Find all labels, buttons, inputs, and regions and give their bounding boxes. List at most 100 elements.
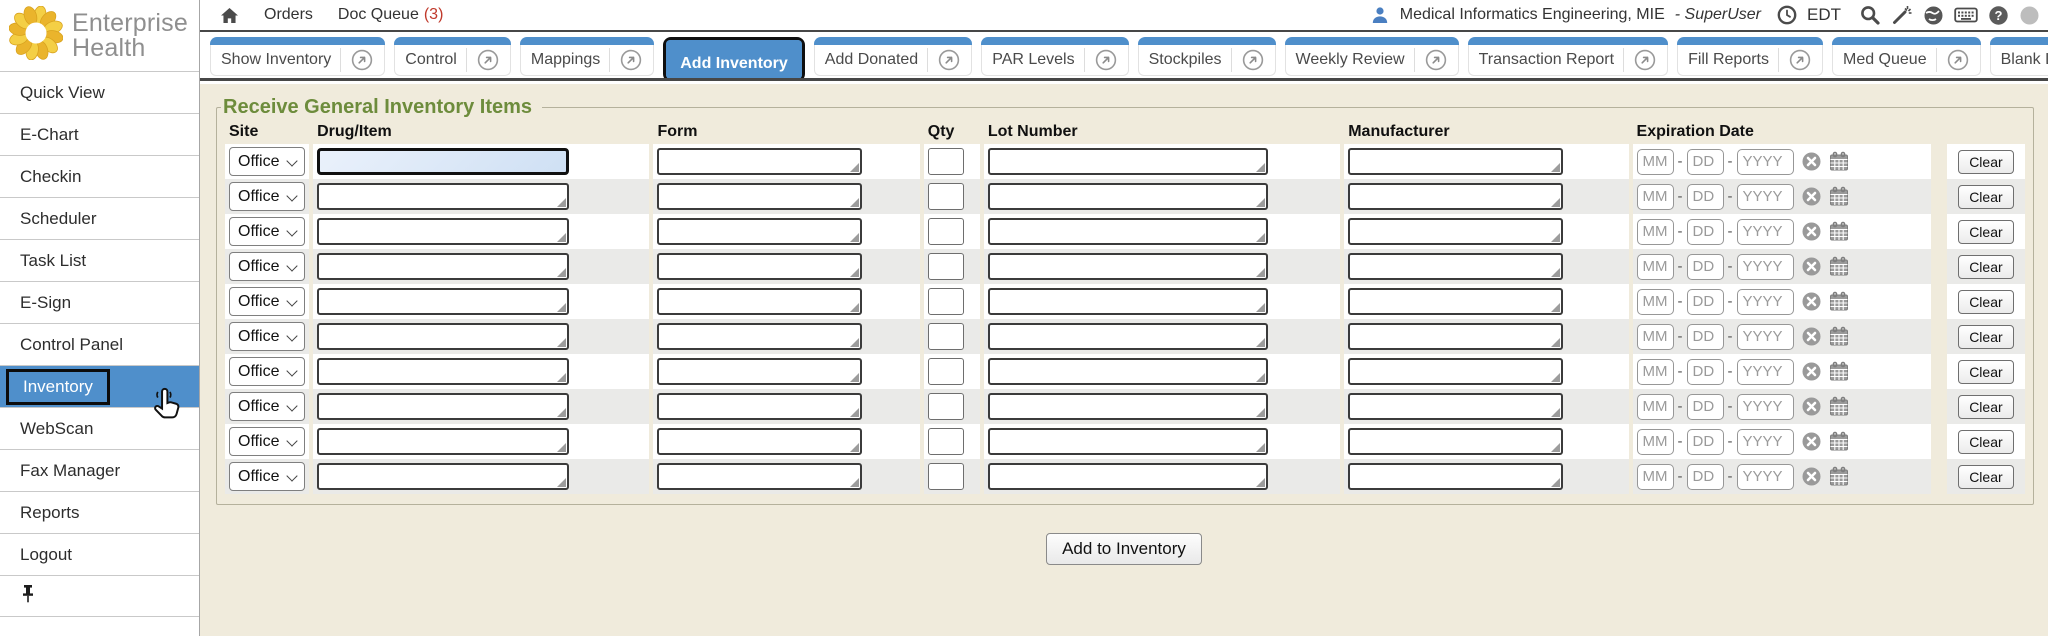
popout-icon[interactable] (1936, 48, 1970, 72)
expiration-day-input[interactable] (1687, 184, 1724, 210)
popout-icon[interactable] (609, 48, 643, 72)
popout-icon[interactable] (1414, 48, 1448, 72)
drug-item-input[interactable] (317, 393, 569, 420)
clear-date-icon[interactable] (1801, 396, 1822, 417)
clear-row-button[interactable]: Clear (1958, 185, 2013, 209)
manufacturer-input[interactable] (1348, 183, 1563, 210)
form-input[interactable] (657, 288, 862, 315)
popout-icon[interactable] (1623, 48, 1657, 72)
site-select[interactable]: Office (229, 322, 305, 351)
tab-add-inventory[interactable]: Add Inventory (663, 37, 805, 81)
calendar-icon[interactable] (1829, 361, 1849, 382)
clear-date-icon[interactable] (1801, 151, 1822, 172)
drug-item-input[interactable] (317, 253, 569, 280)
lot-number-input[interactable] (988, 218, 1268, 245)
clear-row-button[interactable]: Clear (1958, 360, 2013, 384)
manufacturer-input[interactable] (1348, 428, 1563, 455)
form-input[interactable] (657, 323, 862, 350)
expiration-day-input[interactable] (1687, 464, 1724, 490)
clear-date-icon[interactable] (1801, 186, 1822, 207)
sidebar-item-quick-view[interactable]: Quick View (0, 71, 199, 113)
expiration-month-input[interactable] (1637, 324, 1674, 350)
site-select[interactable]: Office (229, 147, 305, 176)
tab-par-levels[interactable]: PAR Levels (981, 37, 1128, 76)
clear-row-button[interactable]: Clear (1958, 395, 2013, 419)
expiration-month-input[interactable] (1637, 464, 1674, 490)
site-select[interactable]: Office (229, 287, 305, 316)
tab-stockpiles[interactable]: Stockpiles (1138, 37, 1276, 76)
keyboard-icon[interactable] (1954, 6, 1978, 24)
qty-input[interactable] (928, 323, 964, 350)
manufacturer-input[interactable] (1348, 148, 1563, 175)
clear-row-button[interactable]: Clear (1958, 220, 2013, 244)
sidebar-item-inventory[interactable]: Inventory (0, 365, 199, 407)
qty-input[interactable] (928, 428, 964, 455)
site-select[interactable]: Office (229, 392, 305, 421)
clear-row-button[interactable]: Clear (1958, 430, 2013, 454)
manufacturer-input[interactable] (1348, 218, 1563, 245)
popout-icon[interactable] (927, 48, 961, 72)
calendar-icon[interactable] (1829, 466, 1849, 487)
manufacturer-input[interactable] (1348, 463, 1563, 490)
sidebar-item-e-sign[interactable]: E-Sign (0, 281, 199, 323)
qty-input[interactable] (928, 253, 964, 280)
manufacturer-input[interactable] (1348, 253, 1563, 280)
clear-row-button[interactable]: Clear (1958, 150, 2013, 174)
clear-date-icon[interactable] (1801, 256, 1822, 277)
expiration-day-input[interactable] (1687, 254, 1724, 280)
lot-number-input[interactable] (988, 323, 1268, 350)
qty-input[interactable] (928, 463, 964, 490)
help-icon[interactable]: ? (1988, 5, 2009, 26)
expiration-day-input[interactable] (1687, 429, 1724, 455)
clear-row-button[interactable]: Clear (1958, 290, 2013, 314)
lot-number-input[interactable] (988, 253, 1268, 280)
expiration-day-input[interactable] (1687, 289, 1724, 315)
expiration-year-input[interactable] (1737, 324, 1794, 350)
clear-date-icon[interactable] (1801, 291, 1822, 312)
tab-blank-labels[interactable]: Blank Labels (1990, 37, 2048, 76)
lot-number-input[interactable] (988, 148, 1268, 175)
lot-number-input[interactable] (988, 463, 1268, 490)
expiration-year-input[interactable] (1737, 254, 1794, 280)
search-icon[interactable] (1859, 4, 1881, 26)
sidebar-item-e-chart[interactable]: E-Chart (0, 113, 199, 155)
expiration-day-input[interactable] (1687, 394, 1724, 420)
drug-item-input[interactable] (317, 463, 569, 490)
sidebar-item-task-list[interactable]: Task List (0, 239, 199, 281)
tab-control[interactable]: Control (394, 37, 511, 76)
expiration-month-input[interactable] (1637, 184, 1674, 210)
expiration-year-input[interactable] (1737, 359, 1794, 385)
site-select[interactable]: Office (229, 462, 305, 491)
manufacturer-input[interactable] (1348, 358, 1563, 385)
qty-input[interactable] (928, 148, 964, 175)
clock-icon[interactable] (1777, 5, 1797, 25)
drug-item-input[interactable] (317, 148, 569, 175)
wand-icon[interactable] (1891, 4, 1913, 26)
drug-item-input[interactable] (317, 323, 569, 350)
lot-number-input[interactable] (988, 183, 1268, 210)
popout-icon[interactable] (1084, 48, 1118, 72)
qty-input[interactable] (928, 183, 964, 210)
qty-input[interactable] (928, 393, 964, 420)
clear-date-icon[interactable] (1801, 361, 1822, 382)
clear-row-button[interactable]: Clear (1958, 325, 2013, 349)
calendar-icon[interactable] (1829, 326, 1849, 347)
expiration-year-input[interactable] (1737, 219, 1794, 245)
expiration-day-input[interactable] (1687, 359, 1724, 385)
site-select[interactable]: Office (229, 357, 305, 386)
orders-link[interactable]: Orders (264, 6, 313, 24)
clear-date-icon[interactable] (1801, 431, 1822, 452)
sidebar-item-scheduler[interactable]: Scheduler (0, 197, 199, 239)
form-input[interactable] (657, 218, 862, 245)
lot-number-input[interactable] (988, 428, 1268, 455)
tab-fill-reports[interactable]: Fill Reports (1677, 37, 1823, 76)
expiration-month-input[interactable] (1637, 429, 1674, 455)
form-input[interactable] (657, 358, 862, 385)
drug-item-input[interactable] (317, 428, 569, 455)
form-input[interactable] (657, 463, 862, 490)
site-select[interactable]: Office (229, 217, 305, 246)
expiration-day-input[interactable] (1687, 149, 1724, 175)
sidebar-item-webscan[interactable]: WebScan (0, 407, 199, 449)
sidebar-item-reports[interactable]: Reports (0, 491, 199, 533)
lot-number-input[interactable] (988, 288, 1268, 315)
